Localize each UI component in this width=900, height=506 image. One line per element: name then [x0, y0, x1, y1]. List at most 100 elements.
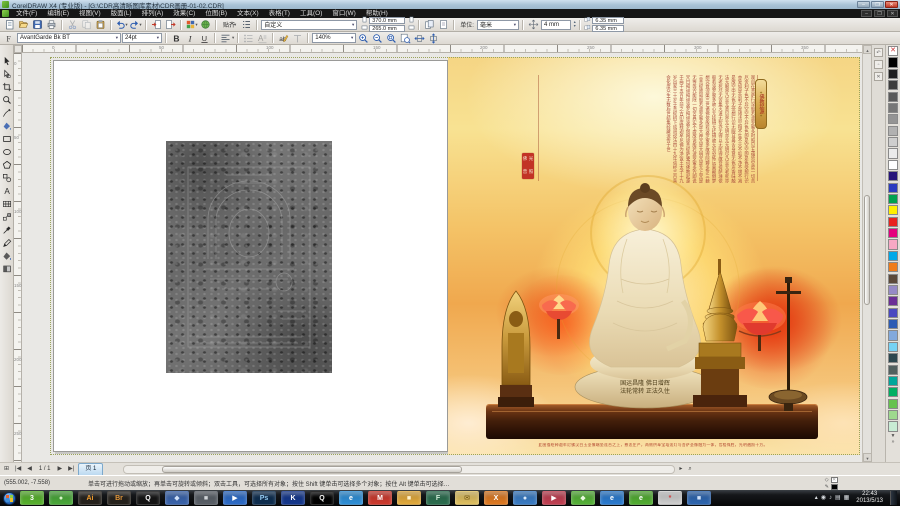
color-swatch[interactable] [888, 69, 898, 79]
interactive-fill-tool[interactable] [0, 262, 13, 275]
horizontal-ruler[interactable]: 050100150200250300350 [22, 45, 862, 53]
first-page-button[interactable]: |◀ [13, 464, 23, 475]
taskbar-app-icon-21[interactable]: e [600, 491, 624, 505]
taskbar-app-icon-5[interactable]: Q [136, 491, 160, 505]
menu-编辑E[interactable]: 编辑(E) [42, 10, 74, 17]
taskbar-app-icon-9[interactable]: Ps [252, 491, 276, 505]
color-swatch[interactable] [888, 148, 898, 158]
color-swatch[interactable] [888, 228, 898, 238]
taskbar-app-icon-7[interactable]: ■ [194, 491, 218, 505]
font-name-dropdown[interactable]: AvantGarde Bk BT▾ [17, 33, 121, 43]
horizontal-scrollbar[interactable] [123, 465, 675, 474]
duplicate-x-field[interactable]: 6.35 mm [592, 17, 624, 24]
no-color-swatch[interactable]: ✕ [888, 46, 898, 56]
edit-text-button[interactable]: ab [277, 32, 290, 44]
taskbar-app-icon-20[interactable]: ◆ [571, 491, 595, 505]
taskbar-app-icon-18[interactable]: ● [513, 491, 537, 505]
redo-button[interactable]: ▾ [129, 19, 142, 31]
taskbar-app-icon-14[interactable]: ■ [397, 491, 421, 505]
color-swatch[interactable] [888, 319, 898, 329]
pick-tool[interactable] [0, 54, 13, 67]
tray-icon[interactable]: ♪ [829, 491, 832, 505]
prev-page-button[interactable]: ◀ [25, 464, 34, 475]
fill-tool[interactable] [0, 249, 13, 262]
all-pages-button[interactable] [423, 19, 436, 31]
doc-minimize-button[interactable]: – [861, 10, 872, 17]
color-swatch[interactable] [888, 160, 898, 170]
minimize-button[interactable]: – [857, 1, 870, 8]
open-button[interactable] [17, 19, 30, 31]
page-height-field[interactable]: 265.0 mm [369, 25, 405, 32]
alignment-button[interactable] [219, 32, 232, 44]
taskbar-app-icon-12[interactable]: e [339, 491, 363, 505]
new-button[interactable] [3, 19, 16, 31]
color-swatch[interactable] [888, 92, 898, 102]
color-swatch[interactable] [888, 103, 898, 113]
taskbar-app-icon-2[interactable]: ● [49, 491, 73, 505]
paste-button[interactable] [94, 19, 107, 31]
docker-pin-icon[interactable]: ▫ [874, 60, 883, 69]
zoom-width-button[interactable] [413, 32, 426, 44]
bullet-list-button[interactable] [242, 32, 255, 44]
color-swatch[interactable] [888, 239, 898, 249]
export-button[interactable] [164, 19, 177, 31]
color-swatch[interactable] [888, 205, 898, 215]
vertical-scroll-thumb[interactable] [864, 195, 870, 305]
color-swatch[interactable] [888, 194, 898, 204]
taskbar-app-icon-22[interactable]: e [629, 491, 653, 505]
italic-button[interactable]: I [184, 32, 197, 44]
taskbar-app-icon-8[interactable]: ▶ [223, 491, 247, 505]
ruler-origin-box[interactable] [14, 45, 22, 53]
taskbar-app-icon-3[interactable]: Ai [78, 491, 102, 505]
next-page-button[interactable]: ▶ [56, 464, 65, 475]
zoom-height-button[interactable] [427, 32, 440, 44]
page-width-field[interactable]: 370.0 mm [369, 17, 405, 24]
application-launcher-button[interactable]: ▾ [185, 19, 198, 31]
horizontal-scroll-thumb[interactable] [162, 466, 462, 473]
outline-pen-tool[interactable] [0, 236, 13, 249]
zoom-in-button[interactable] [357, 32, 370, 44]
color-swatch[interactable] [888, 330, 898, 340]
crop-tool[interactable] [0, 80, 13, 93]
polygon-tool[interactable] [0, 158, 13, 171]
page-right-artwork[interactable]: 观自在菩萨行深般若波罗蜜多时照见五蕴皆空度一切苦厄舍利子色不异空空不异色色即是空… [448, 57, 860, 455]
taskbar-app-icon-1[interactable]: 3 [20, 491, 44, 505]
units-dropdown[interactable]: 毫米▾ [477, 20, 519, 30]
color-swatch[interactable] [888, 183, 898, 193]
taskbar-clock[interactable]: 22:432013/5/13 [852, 491, 887, 505]
text-tool[interactable]: A [0, 184, 13, 197]
blend-tool[interactable] [0, 210, 13, 223]
title-bar[interactable]: CorelDRAW X4 (专业版) - [G:\CDR高清晰图库素材\CDR画… [0, 0, 900, 9]
undo-button[interactable]: ▾ [115, 19, 128, 31]
color-swatch[interactable] [888, 296, 898, 306]
current-page-button[interactable] [437, 19, 450, 31]
taskbar-app-icon-11[interactable]: Q [310, 491, 334, 505]
last-page-button[interactable]: ▶| [66, 464, 76, 475]
menu-表格T[interactable]: 表格(T) [264, 10, 295, 17]
duplicate-y-field[interactable]: 6.35 mm [592, 25, 624, 32]
docker-undock-icon[interactable]: ↶ [874, 48, 883, 57]
zoom-page-button[interactable] [399, 32, 412, 44]
menu-位图B[interactable]: 位图(B) [200, 10, 232, 17]
color-swatch[interactable] [888, 251, 898, 261]
tray-icon[interactable]: ▴ [815, 491, 818, 505]
doc-close-button[interactable]: ✕ [887, 10, 898, 17]
snap-to-button[interactable]: 贴齐▾ [220, 19, 239, 30]
taskbar-app-icon-16[interactable]: ✉ [455, 491, 479, 505]
shape-tool[interactable] [0, 67, 13, 80]
pan-button[interactable]: ▸ [677, 464, 684, 475]
menu-文件F[interactable]: 文件(F) [11, 10, 42, 17]
color-swatch[interactable] [888, 353, 898, 363]
color-swatch[interactable] [888, 57, 898, 67]
color-swatch[interactable] [888, 387, 898, 397]
doc-restore-button[interactable]: ❐ [874, 10, 885, 17]
palette-expand[interactable]: » [892, 439, 895, 445]
drawing-canvas[interactable]: 观自在菩萨行深般若波罗蜜多时照见五蕴皆空度一切苦厄舍利子色不异空空不异色色即是空… [22, 53, 862, 462]
taskbar-app-icon-13[interactable]: M [368, 491, 392, 505]
corel-online-button[interactable] [199, 19, 212, 31]
zoom-level-dropdown[interactable]: 140%▾ [312, 33, 356, 43]
color-swatch[interactable] [888, 376, 898, 386]
taskbar-app-icon-10[interactable]: K [281, 491, 305, 505]
start-button[interactable] [3, 492, 16, 505]
navigator-zoom-button[interactable]: ⌕ [686, 464, 693, 475]
